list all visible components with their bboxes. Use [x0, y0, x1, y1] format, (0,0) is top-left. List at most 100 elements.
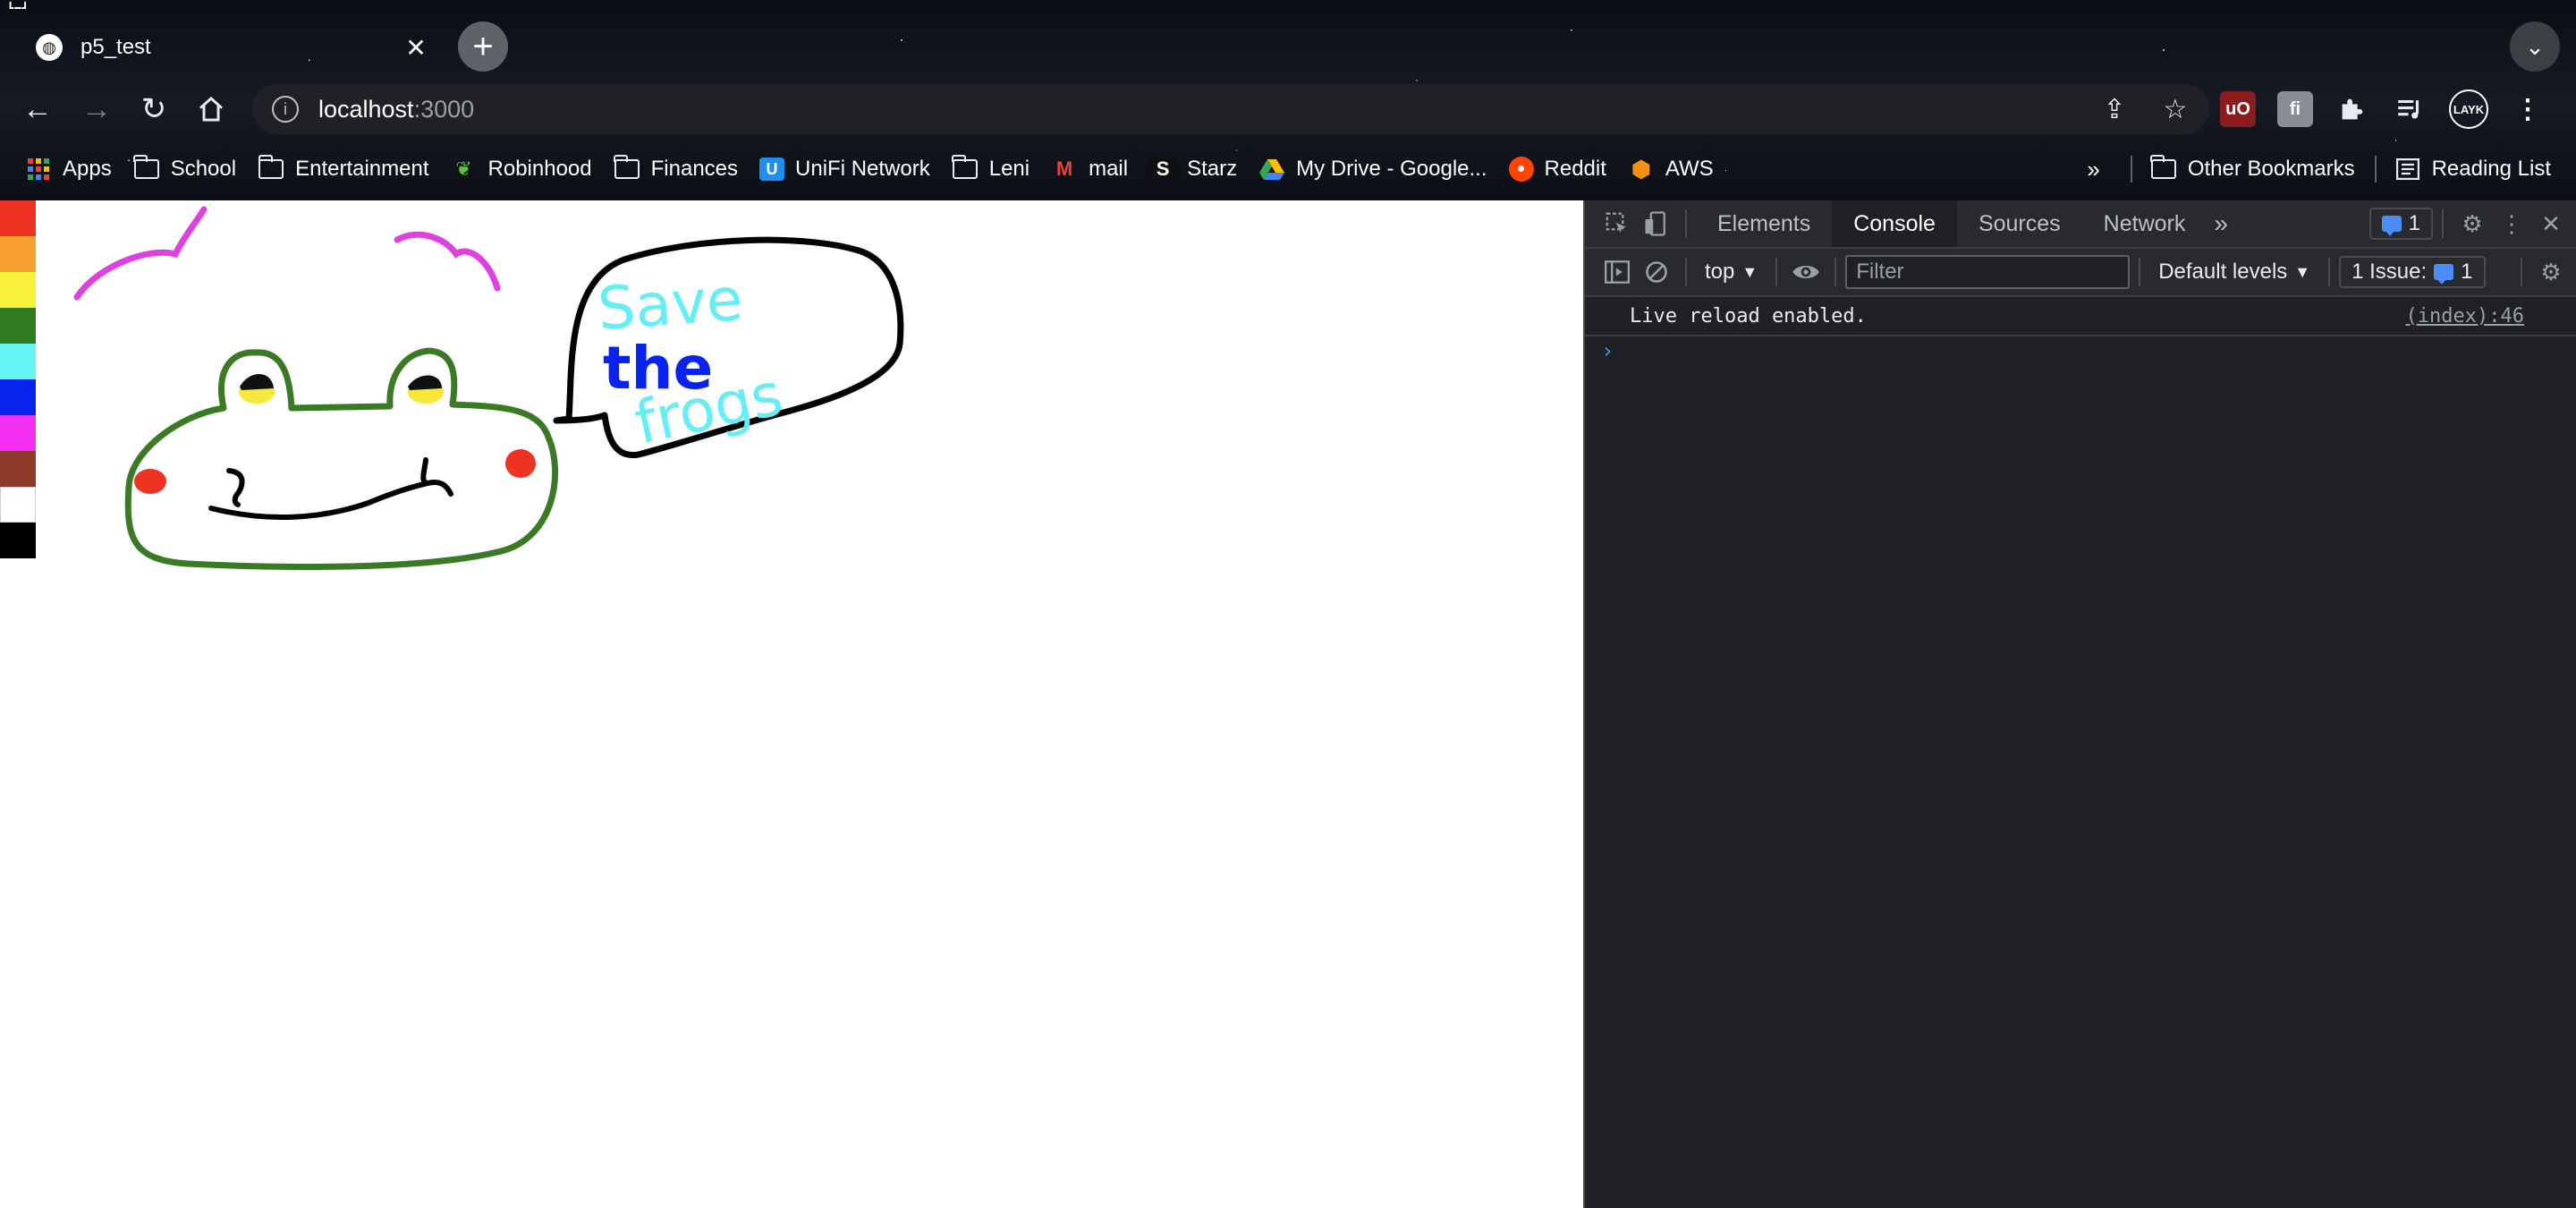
palette-swatch[interactable]: [0, 236, 36, 272]
separator: [2139, 258, 2141, 286]
log-levels-select[interactable]: Default levels ▼: [2149, 259, 2319, 285]
clear-console-icon[interactable]: [1637, 252, 1676, 292]
bookmark-reddit[interactable]: ● Reddit: [1508, 157, 1606, 182]
dropdown-arrow-icon: ▼: [2294, 262, 2311, 281]
palette-swatch[interactable]: [0, 451, 36, 487]
color-palette: [0, 200, 36, 558]
bookmarks-overflow-button[interactable]: »: [2087, 156, 2099, 183]
gear-icon[interactable]: ⚙: [2453, 204, 2492, 243]
chevron-down-icon: ⌄: [2525, 32, 2545, 60]
eye-icon[interactable]: [1786, 252, 1826, 292]
context-select[interactable]: top ▼: [1696, 259, 1767, 285]
extensions-bar: uO fi LAYK ⋮: [2220, 84, 2546, 134]
palette-swatch[interactable]: [0, 487, 36, 523]
bookmark-mail[interactable]: Mmail: [1051, 157, 1128, 182]
separator: [2328, 258, 2331, 286]
share-icon[interactable]: ⇪: [2097, 94, 2132, 125]
tab-elements[interactable]: Elements: [1696, 200, 1832, 247]
bookmark-robinhood[interactable]: ❦ Robinhood: [451, 157, 592, 182]
bookmark-unifi[interactable]: U UniFi Network: [759, 157, 930, 182]
bookmark-google-drive[interactable]: My Drive - Google...: [1258, 157, 1487, 182]
star-icon[interactable]: ☆: [2157, 94, 2193, 125]
bookmark-finances[interactable]: Finances: [614, 155, 739, 182]
more-tabs-button[interactable]: »: [2207, 200, 2235, 247]
bookmark-school[interactable]: School: [133, 155, 237, 182]
profile-avatar-icon[interactable]: LAYK: [2449, 89, 2488, 129]
site-info-icon[interactable]: i: [272, 96, 299, 123]
inspect-element-icon[interactable]: [1597, 204, 1637, 243]
bookmark-label: Apps: [63, 157, 112, 181]
bookmark-label: School: [170, 157, 237, 181]
bookmark-label: Robinhood: [487, 157, 592, 181]
plus-icon: +: [472, 26, 494, 66]
frog-head: [124, 347, 559, 570]
messages-badge[interactable]: 1: [2368, 208, 2433, 240]
kebab-menu-icon[interactable]: ⋮: [2510, 91, 2546, 127]
sidebar-toggle-icon[interactable]: [1597, 252, 1637, 292]
bookmark-label: Finances: [650, 157, 739, 181]
console-filter-input[interactable]: [1845, 255, 2131, 289]
left-pupil: [240, 373, 274, 390]
bookmark-aws[interactable]: ⬢ AWS: [1628, 156, 1714, 183]
mouth: [208, 480, 453, 521]
kebab-menu-icon[interactable]: ⋮: [2492, 204, 2531, 243]
tab-sources[interactable]: Sources: [1957, 200, 2082, 247]
address-bar[interactable]: i localhost:3000 ⇪ ☆: [252, 84, 2209, 134]
folder-icon: [952, 155, 978, 179]
palette-swatch[interactable]: [0, 272, 36, 308]
close-icon[interactable]: ✕: [401, 32, 431, 63]
context-value: top: [1705, 259, 1735, 284]
drawing-canvas[interactable]: Save the frogs: [0, 200, 1583, 1208]
bookmark-starz[interactable]: S Starz: [1149, 157, 1237, 182]
console-message-source-link[interactable]: (index):46: [2406, 305, 2524, 328]
palette-swatch[interactable]: [0, 344, 36, 379]
device-toolbar-icon[interactable]: [1637, 204, 1676, 243]
other-bookmarks[interactable]: Other Bookmarks: [2150, 155, 2355, 182]
right-cheek: [505, 449, 536, 478]
reading-list-label: Reading List: [2431, 157, 2551, 181]
close-icon[interactable]: ✕: [2531, 204, 2571, 243]
message-icon: [2381, 216, 2402, 236]
reading-mode-icon[interactable]: [2392, 91, 2428, 127]
google-drive-icon: [1258, 157, 1285, 181]
window-logo-icon: ┗━┛: [7, 2, 30, 14]
bookmark-label: Starz: [1187, 157, 1238, 181]
devtools-panel: Elements Console Sources Network » 1 ⚙ ⋮…: [1583, 200, 2576, 1208]
tab-p5-test[interactable]: ◍ p5_test ✕: [16, 20, 436, 75]
forward-button[interactable]: →: [72, 84, 122, 134]
tab-title: p5_test: [80, 35, 151, 59]
ublock-icon[interactable]: uO: [2220, 91, 2256, 127]
tab-network[interactable]: Network: [2082, 200, 2207, 247]
palette-swatch[interactable]: [0, 415, 36, 451]
new-tab-button[interactable]: +: [458, 21, 508, 72]
tab-console[interactable]: Console: [1832, 200, 1957, 247]
palette-swatch[interactable]: [0, 200, 36, 236]
folder-icon: [133, 155, 159, 179]
palette-swatch[interactable]: [0, 523, 36, 558]
issues-button[interactable]: 1 Issue: 1: [2339, 256, 2486, 288]
bookmark-label: My Drive - Google...: [1296, 157, 1487, 181]
issues-count: 1: [2461, 259, 2473, 284]
console-settings-gear-icon[interactable]: ⚙: [2531, 252, 2571, 292]
console-prompt[interactable]: ›: [1601, 338, 1614, 363]
palette-swatch[interactable]: [0, 308, 36, 344]
bookmark-entertainment[interactable]: Entertainment: [258, 155, 429, 182]
arrow-right-icon: →: [81, 91, 112, 126]
puzzle-icon[interactable]: [2334, 91, 2370, 127]
bookmark-leni[interactable]: Leni: [952, 155, 1030, 182]
palette-swatch[interactable]: [0, 379, 36, 415]
home-button[interactable]: [186, 84, 236, 134]
bookmark-label: AWS: [1665, 157, 1714, 181]
back-button[interactable]: ←: [13, 84, 63, 134]
separator: [2130, 156, 2132, 183]
translate-extension-icon[interactable]: fi: [2277, 91, 2313, 127]
reload-button[interactable]: ↻: [129, 84, 179, 134]
starz-icon: S: [1149, 157, 1177, 181]
url-text[interactable]: localhost:3000: [318, 96, 474, 123]
reading-list[interactable]: Reading List: [2394, 157, 2551, 182]
console-message-text: Live reload enabled.: [1630, 304, 1867, 328]
bookmark-apps[interactable]: Apps: [25, 157, 112, 182]
tab-search-button[interactable]: ⌄: [2510, 21, 2560, 72]
right-eyebrow: [394, 231, 501, 292]
bookmarks-right: » Other Bookmarks Reading List: [2087, 150, 2576, 188]
